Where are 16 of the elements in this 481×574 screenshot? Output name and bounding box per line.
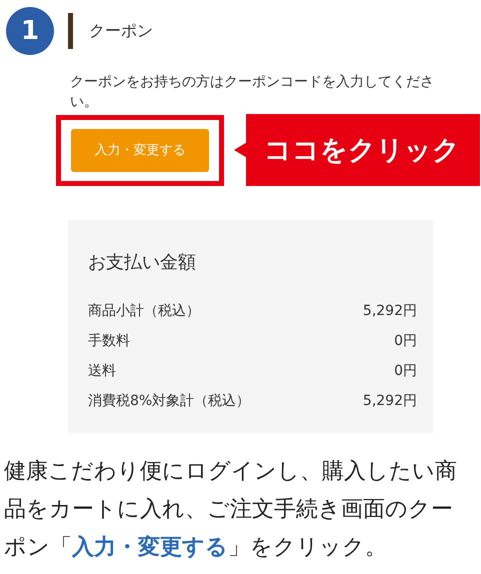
payment-title: お支払い金額	[88, 251, 197, 274]
row-label: 消費税8%対象計（税込）	[88, 392, 250, 410]
step-number: 1	[6, 7, 54, 55]
callout-label: ココをクリック	[234, 114, 480, 186]
row-label: 商品小計（税込）	[88, 302, 200, 320]
row-value: 0円	[394, 332, 417, 350]
section-title: クーポン	[89, 20, 153, 42]
row-label: 手数料	[88, 332, 130, 350]
row-value: 5,292円	[362, 302, 417, 320]
coupon-description: クーポンをお持ちの方はクーポンコードを入力してください。	[70, 73, 435, 112]
row-label: 送料	[88, 362, 116, 380]
accent-bar	[68, 13, 73, 49]
edit-coupon-button[interactable]: 入力・変更する	[71, 128, 209, 172]
row-value: 0円	[394, 362, 417, 380]
row-value: 5,292円	[362, 392, 417, 410]
instruction-text: 健康こだわり便にログインし、購入したい商品をカートに入れ、ご注文手続き画面のクーポン「入力・変更する」をクリック。	[4, 458, 458, 562]
